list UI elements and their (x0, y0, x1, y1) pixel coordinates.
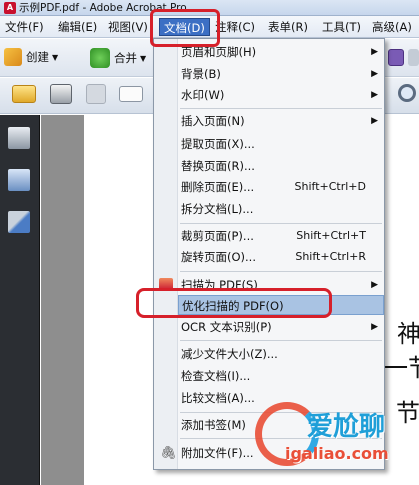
open-button[interactable] (12, 85, 36, 103)
combine-button[interactable]: 合并 ▼ (90, 48, 146, 68)
submenu-arrow-icon: ▶ (371, 322, 378, 332)
submenu-arrow-icon: ▶ (371, 47, 378, 57)
menu-separator (180, 108, 382, 109)
submenu-arrow-icon: ▶ (371, 116, 378, 126)
menu-item-label: 提取页面(X)... (181, 137, 255, 151)
menu-item-background[interactable]: 背景(B) ▶ (178, 64, 384, 84)
watermark-text-cn: 爱尬聊 (307, 412, 386, 442)
menu-item-label: 删除页面(E)... (181, 180, 255, 194)
menu-separator (180, 271, 382, 272)
submenu-arrow-icon: ▶ (371, 90, 378, 100)
chevron-down-icon: ▼ (52, 52, 59, 62)
menu-item-shortcut: Shift+Ctrl+D (294, 180, 366, 193)
menu-item-label: 添加书签(M) (181, 418, 246, 432)
combine-label: 合并 (114, 51, 137, 65)
menu-item-replace-pages[interactable]: 替换页面(R)... (178, 156, 384, 176)
menu-advanced[interactable]: 高级(A) (372, 19, 412, 35)
save-button[interactable] (86, 84, 106, 104)
menu-item-ocr-text-recognition[interactable]: OCR 文本识别(P) ▶ (178, 317, 384, 337)
signatures-panel-icon[interactable] (8, 211, 30, 233)
printer-icon (50, 84, 72, 104)
folder-open-icon (12, 85, 36, 103)
document-text-line-2: 一节 (384, 354, 419, 382)
print-button[interactable] (50, 84, 72, 104)
menu-edit[interactable]: 编辑(E) (58, 19, 97, 35)
create-label: 创建 (26, 50, 49, 64)
form-icon (388, 49, 404, 66)
menu-item-label: 插入页面(N) (181, 114, 245, 128)
menu-item-label: 减少文件大小(Z)... (181, 347, 278, 361)
paperclip-icon: 🖇 (160, 446, 177, 461)
menu-item-delete-pages[interactable]: 删除页面(E)... Shift+Ctrl+D (178, 177, 384, 197)
menu-item-reduce-file-size[interactable]: 减少文件大小(Z)... (178, 344, 384, 364)
menu-item-extract-pages[interactable]: 提取页面(X)... (178, 134, 384, 154)
email-button[interactable] (119, 86, 143, 102)
create-pdf-icon (4, 48, 22, 66)
menu-item-insert-pages[interactable]: 插入页面(N) ▶ (178, 111, 384, 131)
menu-item-label: 裁剪页面(P)... (181, 229, 254, 243)
create-button[interactable]: 创建 ▼ (4, 48, 58, 66)
menu-item-shortcut: Shift+Ctrl+R (295, 250, 366, 263)
menu-item-label: 附加文件(F)... (181, 446, 254, 460)
menu-item-label: 水印(W) (181, 88, 225, 102)
menu-item-split-document[interactable]: 拆分文档(L)... (178, 199, 384, 219)
submenu-arrow-icon: ▶ (371, 280, 378, 290)
navigation-pane (0, 115, 40, 485)
forms-toolbar-button[interactable] (388, 49, 404, 66)
menu-item-rotate-pages[interactable]: 旋转页面(O)... Shift+Ctrl+R (178, 247, 384, 267)
pages-panel-icon[interactable] (8, 127, 30, 149)
menu-item-label: 检查文档(I)... (181, 369, 251, 383)
annotation-highlight-optimize-item (136, 288, 332, 318)
search-icon (398, 84, 416, 102)
envelope-icon (119, 86, 143, 102)
document-text-line-1: 神 (397, 320, 419, 348)
bookmarks-panel-icon[interactable] (8, 169, 30, 191)
menu-item-label: 拆分文档(L)... (181, 202, 254, 216)
menu-item-label: 替换页面(R)... (181, 159, 255, 173)
menu-view[interactable]: 视图(V) (108, 19, 148, 35)
overflow-icon (408, 49, 419, 66)
menu-item-label: 旋转页面(O)... (181, 250, 256, 264)
menu-item-label: 背景(B) (181, 67, 221, 81)
menu-file[interactable]: 文件(F) (5, 19, 44, 35)
watermark-logo: 爱尬聊 igaliao.com (255, 400, 415, 478)
menu-icon-gutter (154, 39, 178, 469)
menu-item-label: 比较文档(A)... (181, 391, 255, 405)
submenu-arrow-icon: ▶ (371, 69, 378, 79)
menu-item-watermark[interactable]: 水印(W) ▶ (178, 85, 384, 105)
acrobat-app-icon: A (4, 1, 16, 14)
menu-item-crop-pages[interactable]: 裁剪页面(P)... Shift+Ctrl+T (178, 226, 384, 246)
combine-files-icon (90, 48, 110, 68)
menu-separator (180, 223, 382, 224)
menu-item-shortcut: Shift+Ctrl+T (296, 229, 366, 242)
menu-tools[interactable]: 工具(T) (322, 19, 361, 35)
menu-comments[interactable]: 注释(C) (215, 19, 255, 35)
menu-item-label: OCR 文本识别(P) (181, 320, 272, 334)
search-button[interactable] (398, 84, 416, 102)
menu-item-examine-document[interactable]: 检查文档(I)... (178, 366, 384, 386)
save-icon (86, 84, 106, 104)
more-toolbar-button[interactable] (408, 49, 419, 66)
watermark-text-url: igaliao.com (285, 444, 389, 463)
menu-separator (180, 340, 382, 341)
chevron-down-icon: ▼ (140, 53, 147, 63)
menu-forms[interactable]: 表单(R) (268, 19, 308, 35)
annotation-highlight-document-menu (150, 9, 220, 47)
